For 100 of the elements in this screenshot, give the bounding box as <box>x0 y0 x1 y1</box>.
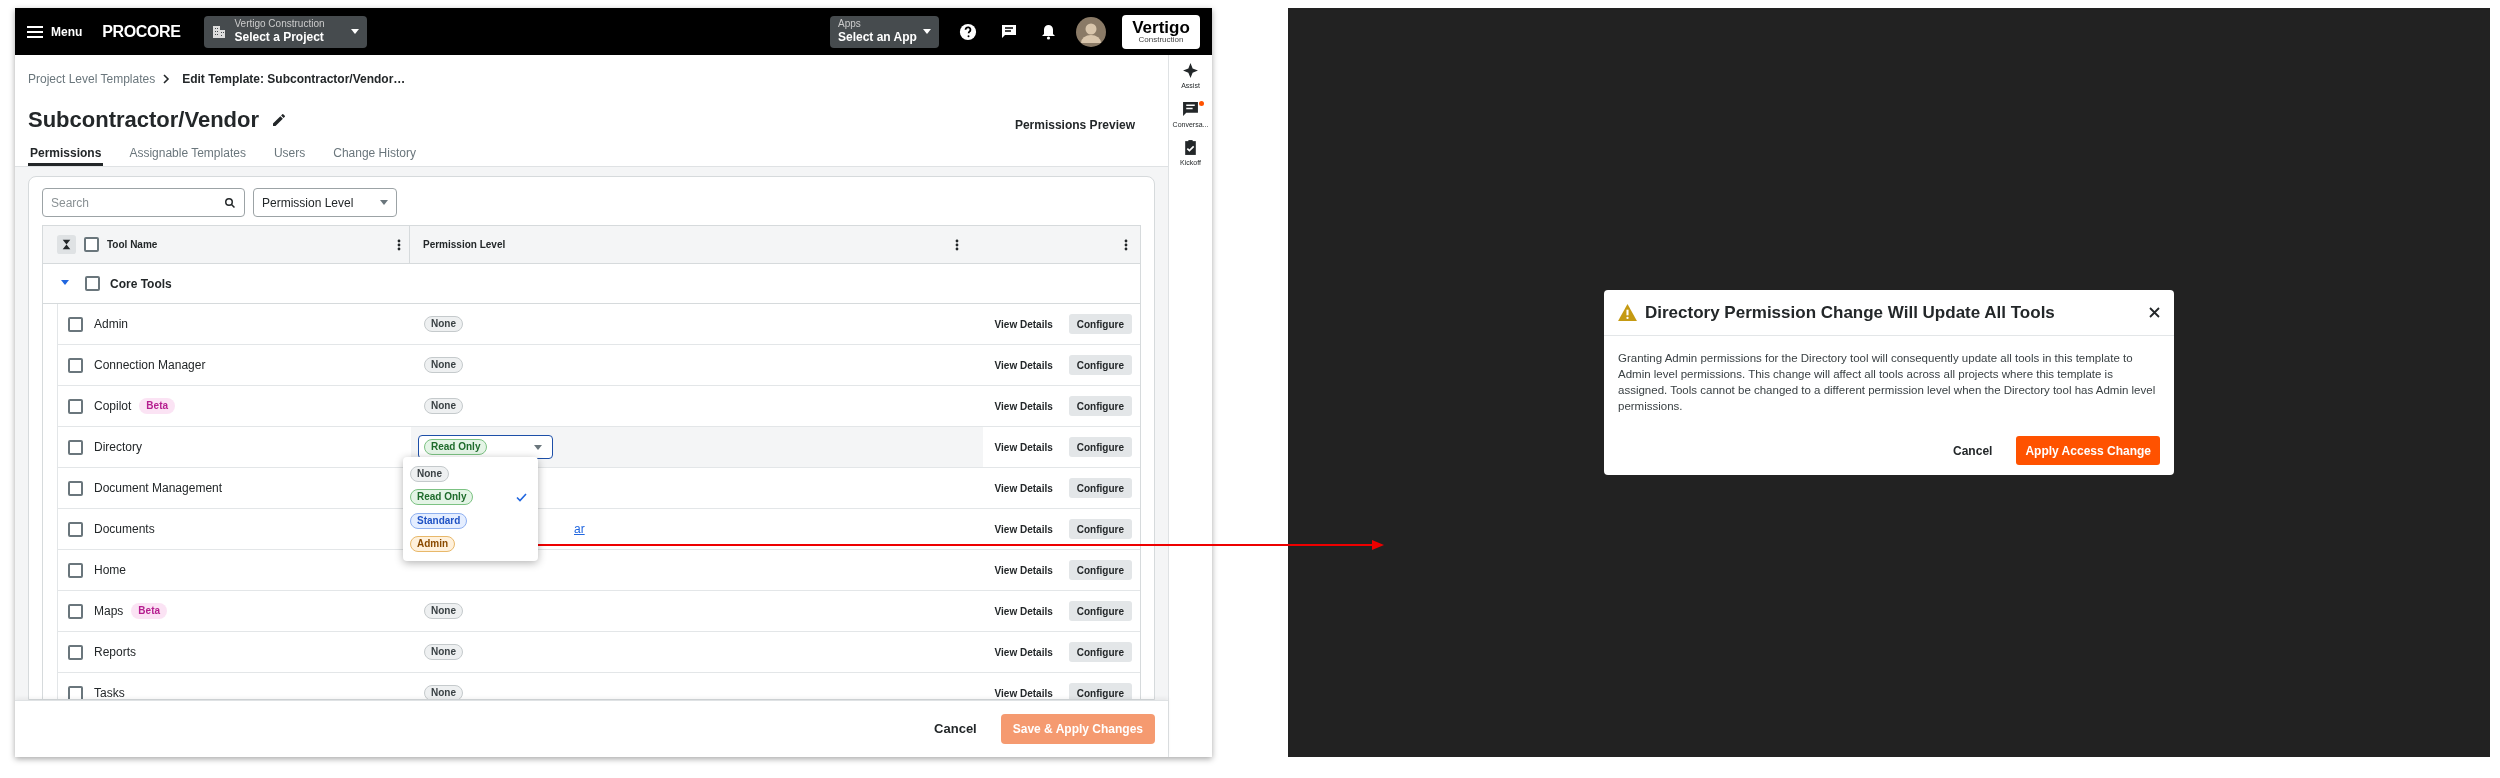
search-icon <box>224 196 236 209</box>
group-label: Core Tools <box>110 275 172 293</box>
permission-badge: None <box>424 357 463 373</box>
view-details-link[interactable]: View Details <box>994 357 1053 373</box>
cancel-button[interactable]: Cancel <box>1945 441 2001 460</box>
tab[interactable]: Users <box>271 144 308 166</box>
view-details-link[interactable]: View Details <box>994 398 1053 414</box>
tab[interactable]: Assignable Templates <box>127 144 248 166</box>
configure-button[interactable]: Configure <box>1068 560 1132 580</box>
configure-button[interactable]: Configure <box>1068 355 1132 375</box>
checkbox[interactable] <box>68 603 83 619</box>
caret-icon <box>351 29 360 34</box>
checkbox[interactable] <box>85 276 100 291</box>
dropdown-option[interactable]: Read Only <box>403 485 538 509</box>
project-selector[interactable]: Vertigo Construction Select a Project <box>204 15 368 48</box>
warning-icon <box>1618 304 1637 321</box>
tool-name: Maps <box>94 603 124 620</box>
configure-button[interactable]: Configure <box>1068 314 1132 334</box>
dialog-title: Directory Permission Change Will Update All Tools <box>1645 301 2056 324</box>
close-icon[interactable] <box>2149 307 2160 318</box>
permission-badge: None <box>424 316 463 332</box>
permission-badge: None <box>424 398 463 414</box>
page-title: Subcontractor/Vendor <box>28 106 260 134</box>
configure-button[interactable]: Configure <box>1068 396 1132 416</box>
bell-icon[interactable] <box>1041 23 1056 40</box>
app-selector[interactable]: Apps Select an App <box>830 15 939 48</box>
dropdown-option[interactable]: None <box>403 462 538 486</box>
view-details-link[interactable]: View Details <box>994 562 1053 578</box>
checkbox[interactable] <box>68 562 83 578</box>
checkbox[interactable] <box>68 685 83 699</box>
view-details-link[interactable]: View Details <box>994 685 1053 699</box>
dropdown-option[interactable]: Admin <box>403 532 538 556</box>
view-details-link[interactable]: View Details <box>994 480 1053 496</box>
caret-icon <box>923 29 931 34</box>
building-icon <box>212 24 227 39</box>
configure-button[interactable]: Configure <box>1068 683 1132 699</box>
column-header: Tool Name <box>107 238 159 252</box>
tab[interactable]: Change History <box>331 144 418 166</box>
permission-level-dropdown[interactable]: Permission Level <box>253 188 397 217</box>
menu-button[interactable]: Menu <box>27 22 83 41</box>
tool-name: Home <box>94 562 126 579</box>
view-details-link[interactable]: View Details <box>994 316 1053 332</box>
caret-icon <box>380 200 388 205</box>
cancel-button[interactable]: Cancel <box>934 719 977 739</box>
permission-badge: None <box>424 644 463 660</box>
edit-icon[interactable] <box>271 111 288 128</box>
dropdown-option[interactable]: Standard <box>403 509 538 533</box>
logo[interactable]: PROCORE <box>102 19 181 44</box>
permission-select[interactable]: Read Only <box>418 435 553 459</box>
permission-badge: None <box>424 603 463 619</box>
caret-icon <box>534 444 542 450</box>
permission-badge: Admin <box>410 536 456 553</box>
beta-tag: Beta <box>131 603 168 619</box>
permissions-preview-link[interactable]: Permissions Preview <box>1014 116 1135 134</box>
view-details-link[interactable]: View Details <box>994 644 1053 660</box>
beta-tag: Beta <box>139 398 176 414</box>
view-details-link[interactable]: View Details <box>994 521 1053 537</box>
configure-button[interactable]: Configure <box>1068 642 1132 662</box>
configure-button[interactable]: Configure <box>1068 601 1132 621</box>
help-icon[interactable] <box>959 22 977 41</box>
tool-name: Connection Manager <box>94 357 206 374</box>
permission-badge: Standard <box>410 512 468 529</box>
more-icon[interactable] <box>955 238 959 251</box>
view-details-link[interactable]: View Details <box>994 603 1053 619</box>
chat-icon[interactable] <box>1001 23 1017 40</box>
tool-name: Directory <box>94 439 142 456</box>
tool-name: Admin <box>94 316 128 333</box>
checkbox[interactable] <box>68 439 83 455</box>
checkbox[interactable] <box>68 480 83 496</box>
more-icon[interactable] <box>397 238 401 251</box>
chat-icon <box>1182 100 1199 118</box>
permission-badge: None <box>424 685 463 699</box>
column-header: Permission Level <box>423 238 507 252</box>
check-icon <box>516 492 527 502</box>
configure-button[interactable]: Configure <box>1068 437 1132 457</box>
company-logo[interactable]: Vertigo Construction <box>1122 14 1200 49</box>
checkbox[interactable] <box>84 237 99 252</box>
view-details-link[interactable]: View Details <box>994 439 1053 455</box>
permission-badge: Read Only <box>410 489 474 506</box>
more-icon[interactable] <box>1124 238 1128 251</box>
configure-button[interactable]: Configure <box>1068 519 1132 539</box>
breadcrumb-link[interactable]: Project Level Templates <box>28 70 156 88</box>
collapse-all-icon[interactable] <box>57 235 76 254</box>
checkbox[interactable] <box>68 357 83 373</box>
configure-button[interactable]: Configure <box>1068 478 1132 498</box>
checkbox[interactable] <box>68 316 83 332</box>
sparkle-icon <box>1182 62 1199 79</box>
chevron-right-icon <box>163 74 171 84</box>
tool-name: Documents <box>94 521 155 538</box>
clipboard-icon <box>1182 139 1199 156</box>
tool-name: Copilot <box>94 398 132 415</box>
checkbox[interactable] <box>68 521 83 537</box>
permission-badge: Read Only <box>424 439 488 455</box>
tool-name: Document Management <box>94 480 223 497</box>
link[interactable]: ar <box>574 520 585 538</box>
checkbox[interactable] <box>68 398 83 414</box>
permission-badge: None <box>410 465 449 482</box>
checkbox[interactable] <box>68 644 83 660</box>
avatar-icon[interactable] <box>1076 16 1106 47</box>
menu-icon <box>27 25 43 38</box>
